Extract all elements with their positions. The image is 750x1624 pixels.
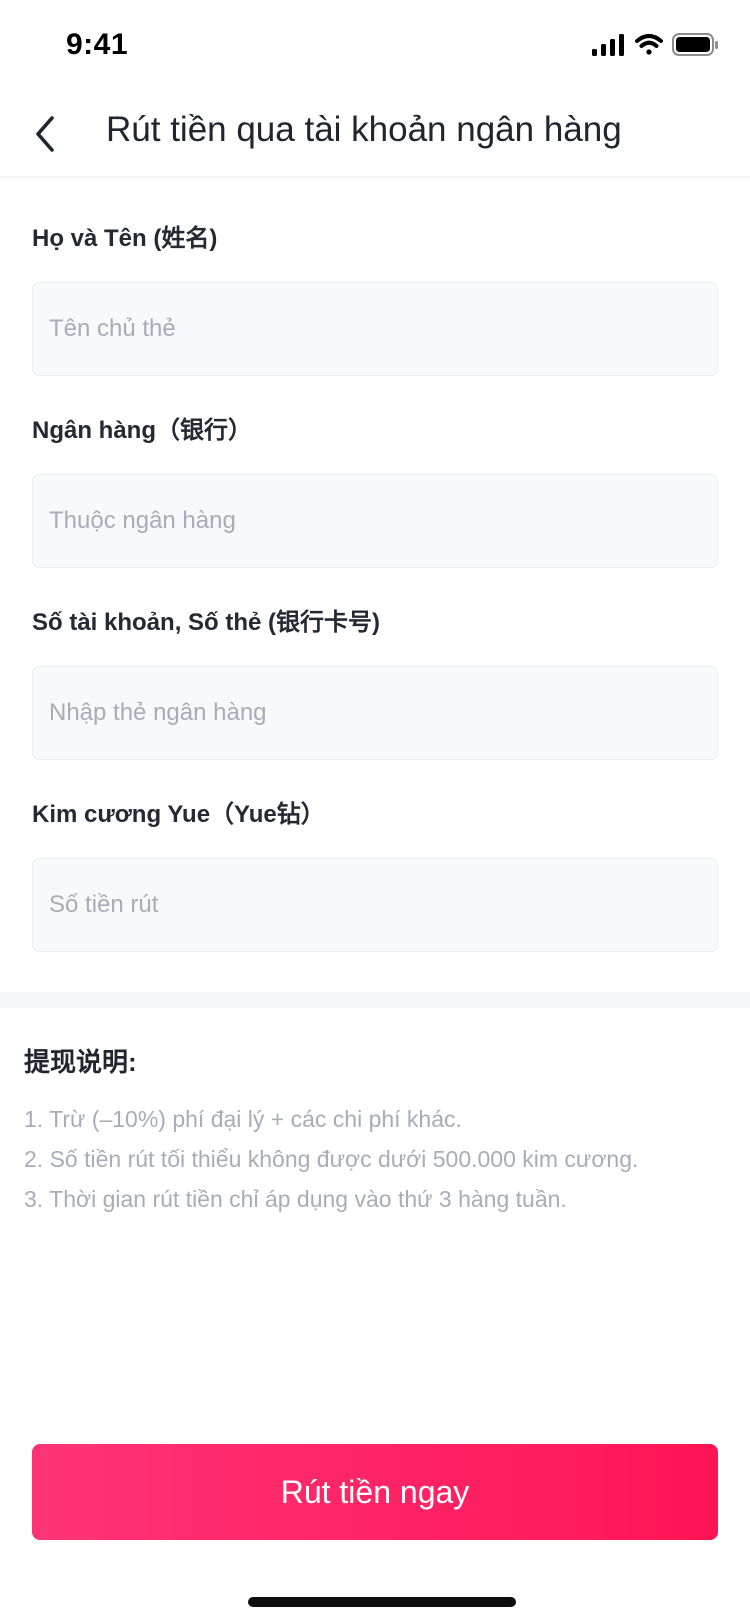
nav-bar: Rút tiền qua tài khoản ngân hàng — [0, 92, 750, 178]
back-button[interactable] — [26, 112, 70, 156]
status-bar: 9:41 — [0, 0, 750, 92]
battery-icon — [672, 33, 718, 56]
status-time: 9:41 — [66, 28, 129, 61]
notes-item: 3. Thời gian rút tiền chỉ áp dụng vào th… — [24, 1186, 567, 1212]
bank-input[interactable] — [32, 474, 718, 568]
diamond-amount-input[interactable] — [32, 858, 718, 952]
notes-title: 提现说明: — [24, 1047, 137, 1077]
withdraw-now-button[interactable]: Rút tiền ngay — [32, 1444, 718, 1540]
status-icons — [592, 32, 720, 60]
cellular-signal-icon — [592, 34, 624, 56]
chevron-left-icon — [36, 116, 54, 152]
wifi-icon — [635, 34, 663, 55]
account-number-input[interactable] — [32, 666, 718, 760]
cardholder-name-label: Họ và Tên (姓名) — [32, 225, 218, 252]
home-indicator — [248, 1597, 516, 1607]
bank-label: Ngân hàng（银行） — [32, 417, 252, 444]
page-title: Rút tiền qua tài khoản ngân hàng — [106, 110, 622, 149]
cardholder-name-input[interactable] — [32, 282, 718, 376]
notes-item: 2. Số tiền rút tối thiểu không được dưới… — [24, 1146, 639, 1172]
notes-item: 1. Trừ (–10%) phí đại lý + các chi phí k… — [24, 1106, 462, 1132]
withdraw-notes: 提现说明: 1. Trừ (–10%) phí đại lý + các chi… — [24, 1042, 724, 1219]
section-divider — [0, 992, 750, 1008]
diamond-amount-label: Kim cương Yue（Yue钻） — [32, 801, 325, 828]
account-number-label: Số tài khoản, Số thẻ (银行卡号) — [32, 609, 381, 636]
